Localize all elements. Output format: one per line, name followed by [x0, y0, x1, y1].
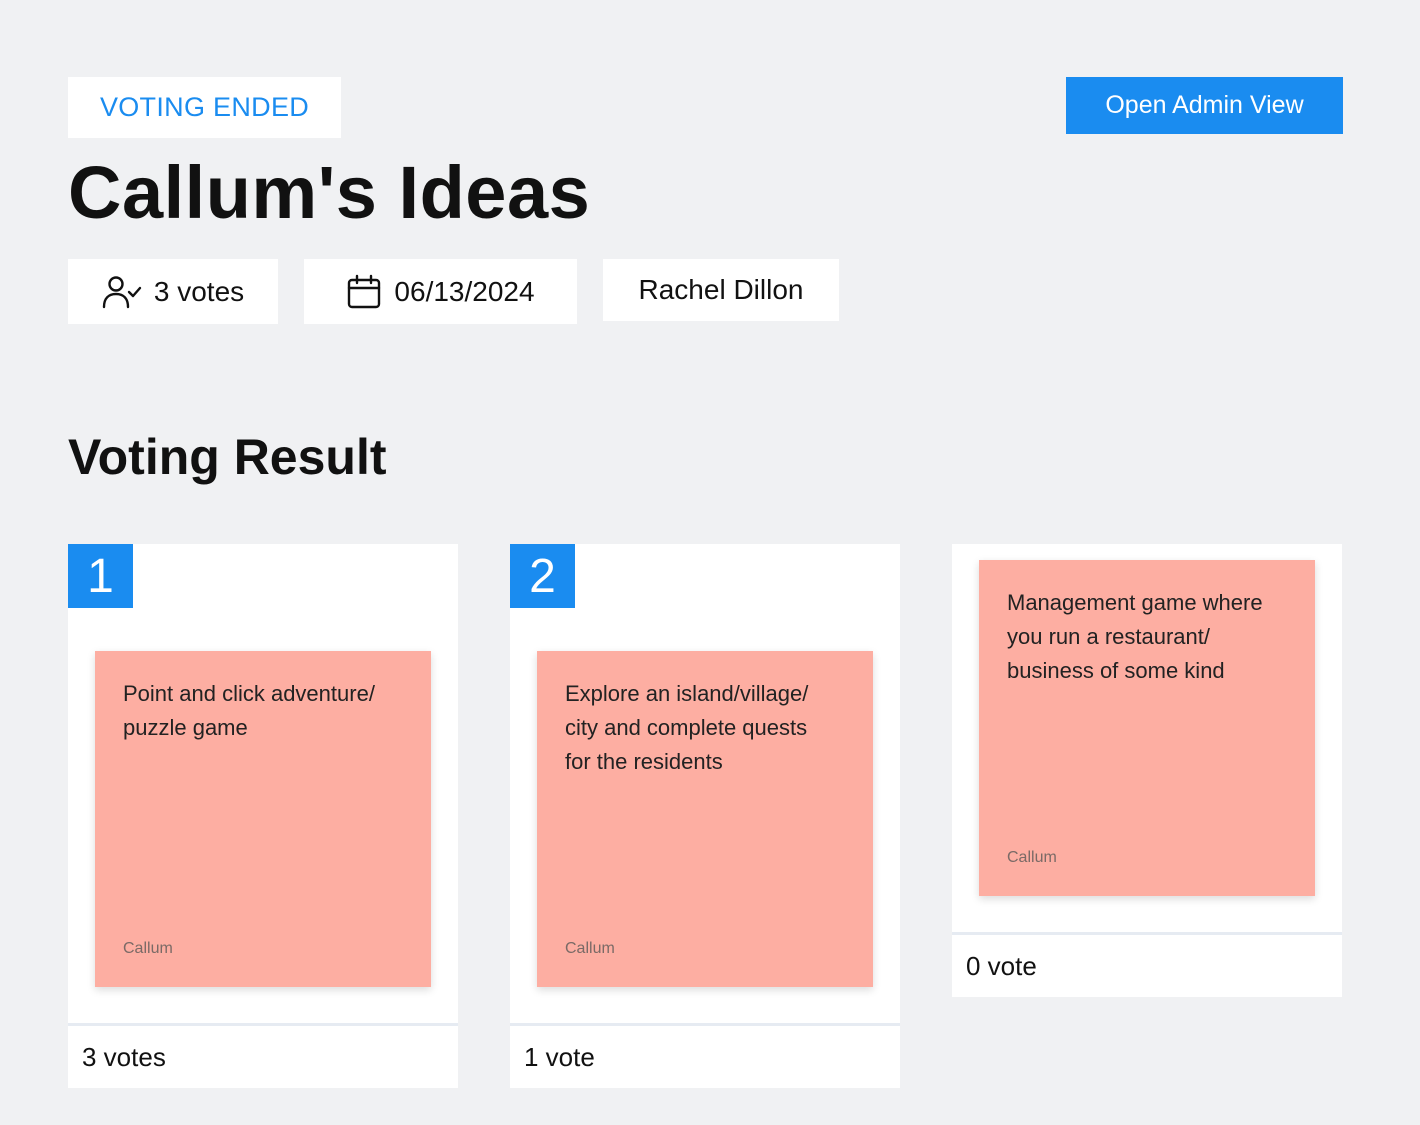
rank-badge: 1	[68, 544, 133, 608]
rank-badge: 2	[510, 544, 575, 608]
date-value: 06/13/2024	[394, 275, 535, 307]
section-title: Voting Result	[68, 429, 387, 485]
vote-count: 3 votes	[68, 1023, 458, 1088]
sticky-note: Management game where you run a restaura…	[979, 560, 1315, 896]
note-author: Callum	[565, 940, 615, 957]
note-author: Callum	[1007, 849, 1057, 866]
idea-text: Point and click adventure/ puzzle game	[123, 681, 375, 740]
user-check-icon	[102, 274, 142, 310]
idea-text: Explore an island/village/ city and comp…	[565, 681, 809, 774]
vote-count: 1 vote	[510, 1023, 900, 1088]
sticky-note: Explore an island/village/ city and comp…	[537, 651, 873, 987]
status-badge: VOTING ENDED	[68, 77, 341, 138]
idea-card[interactable]: 2 Explore an island/village/ city and co…	[510, 544, 900, 1088]
author-chip: Rachel Dillon	[603, 259, 839, 321]
author-name: Rachel Dillon	[638, 274, 804, 305]
votes-count: 3 votes	[153, 275, 245, 307]
date-chip: 06/13/2024	[304, 259, 577, 324]
idea-card[interactable]: Management game where you run a restaura…	[952, 544, 1342, 997]
sticky-note: Point and click adventure/ puzzle game C…	[95, 651, 431, 987]
calendar-icon	[346, 274, 382, 310]
idea-card[interactable]: 1 Point and click adventure/ puzzle game…	[68, 544, 458, 1088]
votes-chip: 3 votes	[68, 259, 278, 324]
note-author: Callum	[123, 940, 173, 957]
idea-text: Management game where you run a restaura…	[1007, 590, 1263, 683]
vote-count: 0 vote	[952, 932, 1342, 997]
open-admin-view-button[interactable]: Open Admin View	[1066, 77, 1343, 134]
page-title: Callum's Ideas	[68, 151, 591, 234]
